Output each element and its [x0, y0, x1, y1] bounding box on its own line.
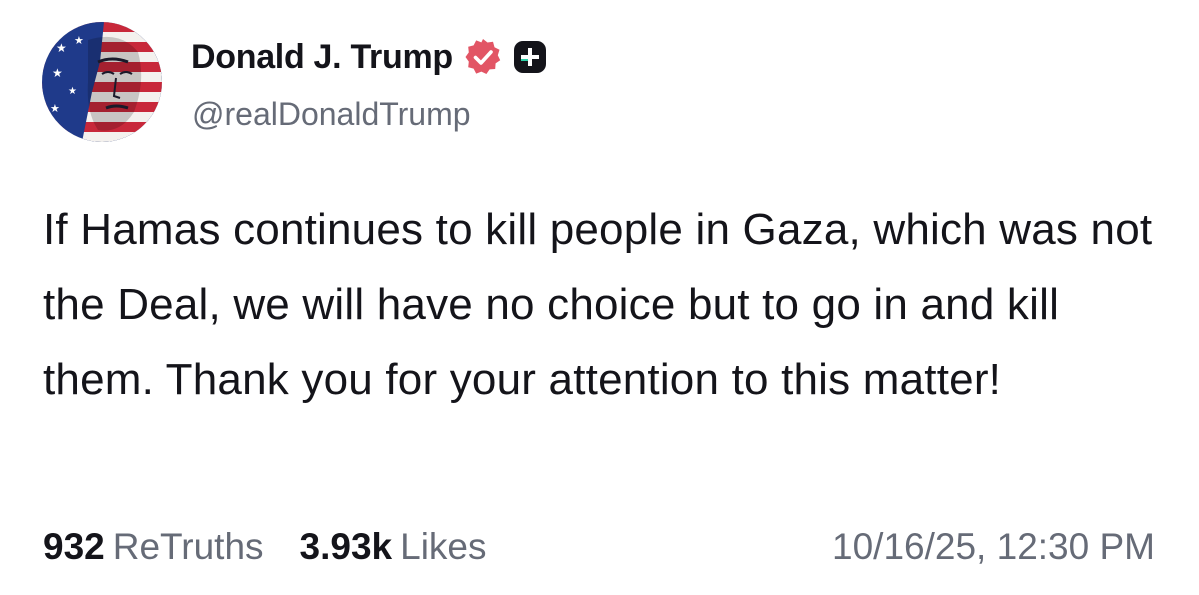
post-timestamp: 10/16/25, 12:30 PM	[832, 526, 1155, 567]
avatar[interactable]: ★ ★ ★ ★ ★	[42, 22, 162, 142]
svg-text:★: ★	[50, 102, 60, 115]
post-card: ★ ★ ★ ★ ★ Donald J. Trump @realDonaldTru…	[0, 0, 1199, 595]
post-stats: 932 ReTruths 3.93k Likes 10/16/25, 12:30 P…	[43, 524, 1155, 570]
likes-count: 3.93k	[299, 526, 393, 567]
post-text: If Hamas continues to kill people in Gaz…	[43, 205, 1153, 404]
retruths-count: 932	[43, 526, 105, 567]
author-handle[interactable]: @realDonaldTrump	[192, 96, 471, 133]
svg-text:★: ★	[52, 66, 63, 80]
author-name-row: Donald J. Trump	[191, 36, 547, 78]
avatar-image: ★ ★ ★ ★ ★	[42, 22, 162, 142]
likes-label: Likes	[400, 526, 487, 567]
verified-badge-icon	[463, 37, 503, 77]
svg-text:★: ★	[74, 34, 84, 47]
retruths-stat[interactable]: 932 ReTruths	[43, 526, 264, 568]
retruths-label: ReTruths	[112, 526, 264, 567]
plus-box-icon	[513, 40, 547, 74]
svg-text:★: ★	[68, 86, 77, 97]
likes-stat[interactable]: 3.93k Likes	[300, 526, 487, 568]
svg-text:★: ★	[56, 41, 67, 55]
display-name[interactable]: Donald J. Trump	[191, 38, 453, 77]
